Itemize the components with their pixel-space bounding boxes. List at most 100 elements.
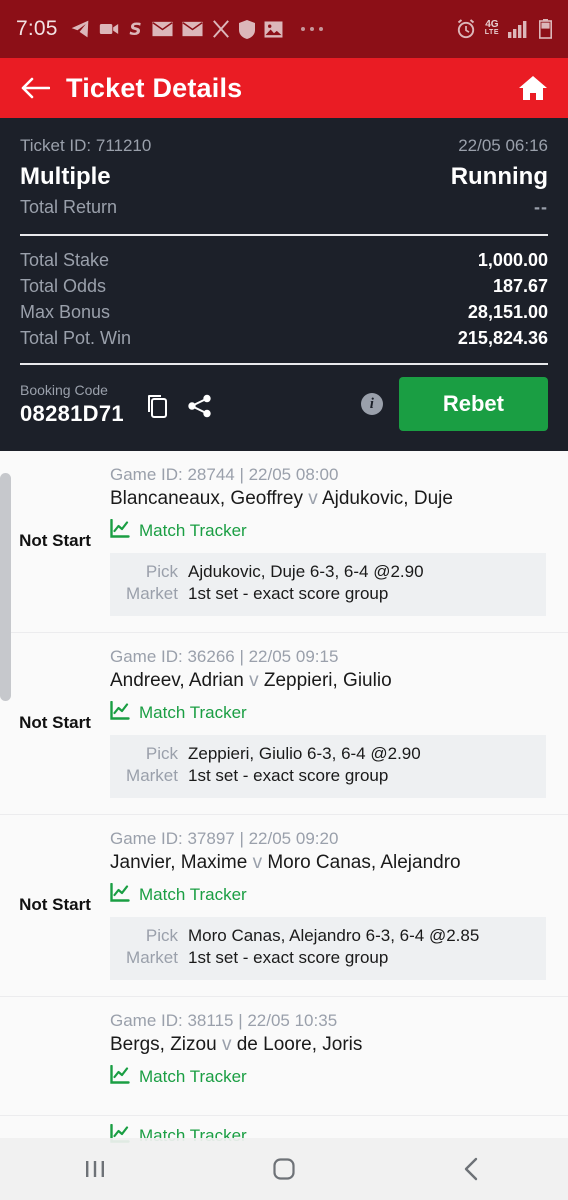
- summary-divider: [20, 234, 548, 236]
- match-card-body: Game ID: 28744 | 22/05 08:00 Blancaneaux,…: [110, 465, 568, 616]
- mail-icon: [182, 21, 203, 37]
- match-teams: Bergs, Zizou v de Loore, Joris: [110, 1034, 546, 1056]
- x-twitter-icon: [212, 20, 230, 38]
- match-tracker-link[interactable]: Match Tracker: [110, 518, 546, 543]
- shield-icon: [238, 19, 255, 39]
- player-away: Zeppieri, Giulio: [263, 670, 392, 691]
- player-away: Moro Canas, Alejandro: [267, 852, 461, 873]
- match-status-label: Not Start: [19, 894, 91, 914]
- market-label: Market: [126, 584, 178, 603]
- market-row: Market 1st set - exact score group: [122, 948, 534, 968]
- ticket-timestamp: 22/05 06:16: [458, 136, 548, 155]
- match-card[interactable]: Not Start Game ID: 37897 | 22/05 09:20 Jan…: [0, 815, 568, 997]
- info-icon[interactable]: i: [360, 393, 383, 415]
- stat-label: Max Bonus: [20, 302, 111, 322]
- line-chart-icon: [110, 518, 130, 543]
- booking-code-value: 08281D71: [20, 400, 124, 426]
- photo-icon: [264, 20, 283, 38]
- status-bar: 7:05 S 4G LTE: [0, 0, 568, 58]
- ticket-summary-panel: Ticket ID: 711210 22/05 06:16 Multiple R…: [0, 118, 568, 451]
- match-status-label: Not Start: [19, 530, 91, 550]
- market-value: 1st set - exact score group: [188, 766, 389, 785]
- ticket-stats-list: Total Stake 1,000.00 Total Odds 187.67 Max B…: [20, 250, 548, 349]
- dollar-s-icon: S: [128, 19, 143, 39]
- versus-separator: v: [249, 670, 259, 691]
- player-home: Blancaneaux, Geoffrey: [110, 488, 303, 509]
- market-row: Market 1st set - exact score group: [122, 766, 534, 786]
- match-teams: Janvier, Maxime v Moro Canas, Alejandro: [110, 852, 546, 874]
- chevron-left-icon[interactable]: [379, 1156, 568, 1182]
- copy-icon[interactable]: [146, 393, 170, 424]
- network-sub: LTE: [484, 29, 499, 36]
- match-card[interactable]: Game ID: 38115 | 22/05 10:35 Bergs, Zizou…: [0, 997, 568, 1116]
- pick-row: Pick Moro Canas, Alejandro 6-3, 6-4 @2.85: [122, 926, 534, 946]
- android-nav-bar: [0, 1138, 568, 1200]
- match-cards-container: Not Start Game ID: 28744 | 22/05 08:00 Bla…: [0, 451, 568, 1148]
- line-chart-icon: [110, 882, 130, 907]
- home-square-icon[interactable]: [189, 1156, 378, 1182]
- ticket-stat-row: Total Stake 1,000.00: [20, 250, 548, 271]
- game-meta: Game ID: 36266 | 22/05 09:15: [110, 647, 339, 666]
- pick-details-box: Pick Zeppieri, Giulio 6-3, 6-4 @2.90 Marke…: [110, 735, 546, 798]
- total-return-value: --: [534, 197, 548, 217]
- pick-row: Pick Zeppieri, Giulio 6-3, 6-4 @2.90: [122, 744, 534, 764]
- match-list: Not Start Game ID: 28744 | 22/05 08:00 Bla…: [0, 451, 568, 1148]
- pick-row: Pick Ajdukovic, Duje 6-3, 6-4 @2.90: [122, 562, 534, 582]
- stat-label: Total Stake: [20, 250, 110, 270]
- stat-value: 1,000.00: [477, 250, 548, 270]
- game-meta: Game ID: 28744 | 22/05 08:00: [110, 465, 339, 484]
- page-title: Ticket Details: [66, 72, 243, 103]
- battery-icon: [539, 19, 552, 39]
- match-card[interactable]: Not Start Game ID: 28744 | 22/05 08:00 Bla…: [0, 451, 568, 633]
- signal-bars-icon: [508, 20, 530, 38]
- match-teams: Blancaneaux, Geoffrey v Ajdukovic, Duje: [110, 488, 546, 510]
- booking-code-row: Booking Code 08281D71 i Rebet: [20, 377, 548, 437]
- line-chart-icon: [110, 700, 130, 725]
- match-tracker-label: Match Tracker: [139, 885, 247, 904]
- stat-label: Total Pot. Win: [20, 328, 132, 348]
- app-header: Ticket Details: [0, 58, 568, 118]
- video-camera-icon: [99, 21, 119, 37]
- telegram-icon: [70, 19, 90, 39]
- back-button[interactable]: [20, 76, 54, 100]
- pick-label: Pick: [145, 744, 178, 763]
- player-away: Ajdukovic, Duje: [321, 488, 453, 509]
- player-home: Bergs, Zizou: [110, 1034, 217, 1055]
- stat-value: 215,824.36: [457, 328, 548, 348]
- match-status-label: Not Start: [19, 712, 91, 732]
- booking-divider: [20, 363, 548, 365]
- versus-separator: v: [252, 852, 263, 873]
- stat-value: 187.67: [492, 276, 548, 296]
- total-return-label: Total Return: [20, 197, 118, 217]
- booking-code-block: Booking Code 08281D71: [20, 382, 124, 427]
- match-card[interactable]: Not Start Game ID: 36266 | 22/05 09:15 And…: [0, 633, 568, 815]
- network-type-indicator: 4G LTE: [484, 20, 499, 37]
- share-icon[interactable]: [187, 394, 213, 423]
- svg-text:S: S: [129, 20, 141, 39]
- match-card-body: Game ID: 38115 | 22/05 10:35 Bergs, Zizou…: [110, 1011, 568, 1099]
- rebet-button[interactable]: Rebet: [398, 377, 548, 431]
- recents-icon[interactable]: [0, 1156, 189, 1182]
- home-icon[interactable]: [518, 74, 548, 102]
- market-value: 1st set - exact score group: [188, 584, 389, 603]
- pick-label: Pick: [145, 926, 178, 945]
- player-away: de Loore, Joris: [236, 1034, 363, 1055]
- match-tracker-label: Match Tracker: [139, 703, 247, 722]
- match-teams: Andreev, Adrian v Zeppieri, Giulio: [110, 670, 546, 692]
- market-value: 1st set - exact score group: [188, 948, 389, 967]
- bet-type: Multiple: [20, 163, 111, 190]
- ticket-id: Ticket ID: 711210: [20, 136, 152, 155]
- pick-label: Pick: [145, 562, 178, 581]
- alarm-clock-icon: [456, 19, 476, 39]
- pick-value: Zeppieri, Giulio 6-3, 6-4 @2.90: [188, 744, 421, 763]
- scrollbar-thumb[interactable]: [0, 473, 11, 701]
- market-label: Market: [126, 766, 178, 785]
- match-tracker-link[interactable]: Match Tracker: [110, 882, 546, 907]
- match-tracker-link[interactable]: Match Tracker: [110, 700, 546, 725]
- match-tracker-link[interactable]: Match Tracker: [110, 1064, 546, 1089]
- booking-code-label: Booking Code: [20, 381, 108, 398]
- market-label: Market: [126, 948, 178, 967]
- status-time: 7:05: [16, 17, 58, 40]
- screen-root: 7:05 S 4G LTE Ticket Details Ticket ID: …: [0, 0, 568, 1200]
- ticket-stat-row: Total Odds 187.67: [20, 276, 548, 297]
